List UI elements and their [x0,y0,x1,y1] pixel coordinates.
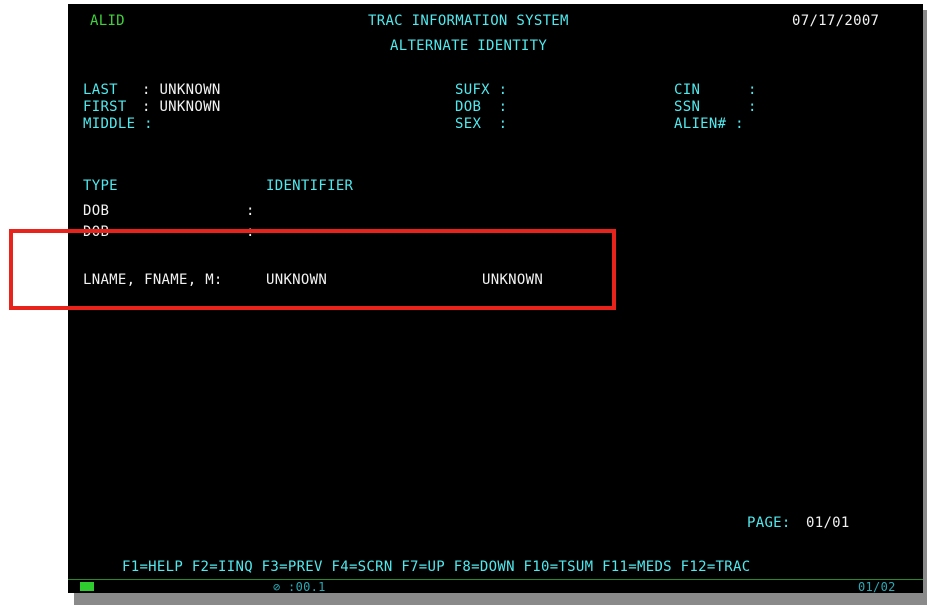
cin-colon: : [748,82,757,98]
row-type: DOB [83,203,110,219]
page-value: 01/01 [806,515,850,531]
function-keys-bar[interactable]: F1=HELP F2=IINQ F3=PREV F4=SCRN F7=UP F8… [122,559,750,575]
last-label: LAST [83,82,118,98]
first-value: : UNKNOWN [142,99,221,115]
col-type-header: TYPE [83,178,118,194]
row-separator: : [246,203,255,219]
screen-title: ALTERNATE IDENTITY [390,38,548,54]
status-divider [68,579,923,580]
sex-label: SEX : [455,116,508,132]
col-identifier-header: IDENTIFIER [266,178,354,194]
status-indicator [80,582,94,591]
header-date: 07/17/2007 [792,13,880,29]
ssn-colon: : [748,99,757,115]
sufx-label: SUFX : [455,82,508,98]
status-position: 01/02 [858,580,896,594]
page-label: PAGE: [747,515,791,531]
cin-label: CIN [674,82,701,98]
dob-label: DOB : [455,99,508,115]
system-title: TRAC INFORMATION SYSTEM [368,13,569,29]
first-label: FIRST [83,99,127,115]
status-timer: ⊘ :00.1 [273,580,326,594]
last-value: : UNKNOWN [142,82,221,98]
screen-code: ALID [90,13,125,29]
highlight-box [9,229,616,310]
ssn-label: SSN [674,99,701,115]
alien-label: ALIEN# : [674,116,744,132]
middle-label: MIDDLE : [83,116,153,132]
